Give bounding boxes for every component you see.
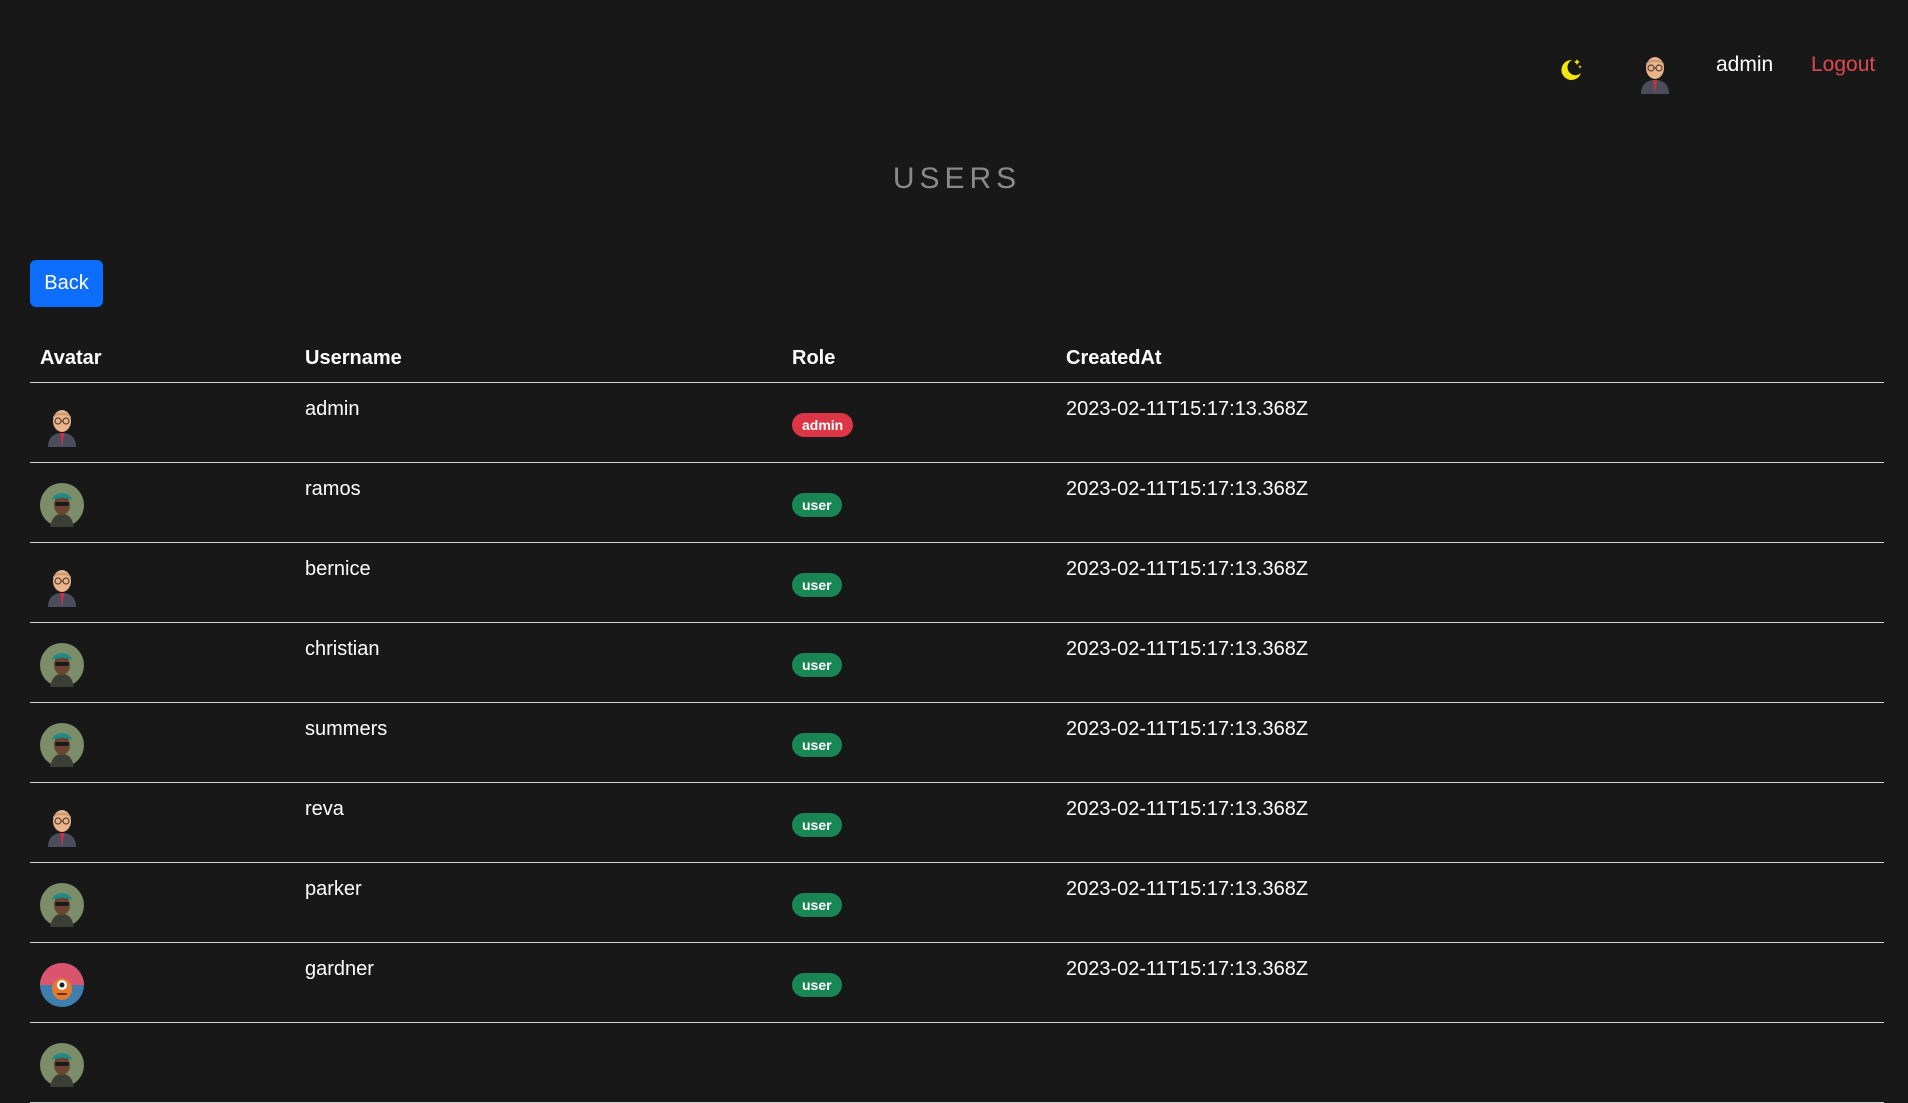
column-header-createdat: CreatedAt	[1056, 332, 1884, 383]
username-cell: ramos	[295, 462, 782, 543]
avatar-cell	[30, 1022, 295, 1103]
top-navbar: admin Logout	[0, 0, 1908, 140]
createdat-cell: 2023-02-11T15:17:13.368Z	[1056, 862, 1884, 943]
role-badge: user	[792, 572, 842, 597]
table-row: gardner user 2023-02-11T15:17:13.368Z	[30, 942, 1884, 1023]
table-row: admin admin 2023-02-11T15:17:13.368Z	[30, 382, 1884, 463]
column-header-avatar: Avatar	[30, 332, 295, 383]
createdat-cell: 2023-02-11T15:17:13.368Z	[1056, 782, 1884, 863]
bandana-man-avatar	[40, 722, 84, 767]
role-badge: admin	[792, 412, 854, 437]
back-button[interactable]: Back	[30, 260, 103, 307]
avatar-cell	[30, 622, 295, 703]
avatar-cell	[30, 462, 295, 543]
avatar-cell	[30, 942, 295, 1023]
column-header-username: Username	[295, 332, 782, 383]
bandana-man-avatar	[40, 642, 84, 687]
monster-avatar	[40, 962, 84, 1007]
role-badge: user	[792, 492, 842, 517]
username-cell: admin	[295, 382, 782, 463]
createdat-cell	[1056, 1022, 1884, 1103]
createdat-cell: 2023-02-11T15:17:13.368Z	[1056, 622, 1884, 703]
table-row: ramos user 2023-02-11T15:17:13.368Z	[30, 462, 1884, 543]
role-badge: user	[792, 812, 842, 837]
table-row: reva user 2023-02-11T15:17:13.368Z	[30, 782, 1884, 863]
role-cell: user	[782, 862, 1056, 943]
username-cell: bernice	[295, 542, 782, 623]
username-cell: reva	[295, 782, 782, 863]
role-badge: user	[792, 732, 842, 757]
role-cell: user	[782, 542, 1056, 623]
table-row: summers user 2023-02-11T15:17:13.368Z	[30, 702, 1884, 783]
role-cell: user	[782, 702, 1056, 783]
avatar-cell	[30, 702, 295, 783]
avatar-cell	[30, 542, 295, 623]
username-cell	[295, 1022, 782, 1103]
bandana-man-avatar	[40, 482, 84, 527]
username-cell: summers	[295, 702, 782, 783]
createdat-cell: 2023-02-11T15:17:13.368Z	[1056, 382, 1884, 463]
user-avatar[interactable]	[1633, 50, 1677, 94]
table-row: christian user 2023-02-11T15:17:13.368Z	[30, 622, 1884, 703]
bald-man-avatar	[48, 409, 76, 447]
role-badge: user	[792, 652, 842, 677]
role-cell: admin	[782, 382, 1056, 463]
createdat-cell: 2023-02-11T15:17:13.368Z	[1056, 702, 1884, 783]
avatar-cell	[30, 862, 295, 943]
bald-man-avatar	[48, 809, 76, 847]
table-header-row: Avatar Username Role CreatedAt	[30, 332, 1884, 383]
createdat-cell: 2023-02-11T15:17:13.368Z	[1056, 942, 1884, 1023]
username-cell: gardner	[295, 942, 782, 1023]
role-badge: user	[792, 972, 842, 997]
users-table: Avatar Username Role CreatedAt admin admi…	[30, 332, 1884, 1103]
role-cell: user	[782, 782, 1056, 863]
table-row: parker user 2023-02-11T15:17:13.368Z	[30, 862, 1884, 943]
username-cell: parker	[295, 862, 782, 943]
createdat-cell: 2023-02-11T15:17:13.368Z	[1056, 462, 1884, 543]
users-table-body: admin admin 2023-02-11T15:17:13.368Z ramos u…	[30, 382, 1884, 1103]
role-cell	[782, 1022, 1056, 1103]
bandana-man-avatar	[40, 1042, 84, 1087]
column-header-role: Role	[782, 332, 1056, 383]
current-username: admin	[1716, 53, 1774, 76]
username-cell: christian	[295, 622, 782, 703]
avatar-cell	[30, 782, 295, 863]
role-cell: user	[782, 942, 1056, 1023]
role-cell: user	[782, 622, 1056, 703]
bandana-man-avatar	[40, 882, 84, 927]
role-cell: user	[782, 462, 1056, 543]
table-row: bernice user 2023-02-11T15:17:13.368Z	[30, 542, 1884, 623]
role-badge: user	[792, 892, 842, 917]
table-row	[30, 1022, 1884, 1103]
moon-stars-icon[interactable]	[1558, 56, 1584, 82]
bald-man-avatar	[48, 569, 76, 607]
avatar-cell	[30, 382, 295, 463]
createdat-cell: 2023-02-11T15:17:13.368Z	[1056, 542, 1884, 623]
logout-link[interactable]: Logout	[1811, 53, 1875, 77]
page-title: USERS	[892, 162, 1022, 195]
